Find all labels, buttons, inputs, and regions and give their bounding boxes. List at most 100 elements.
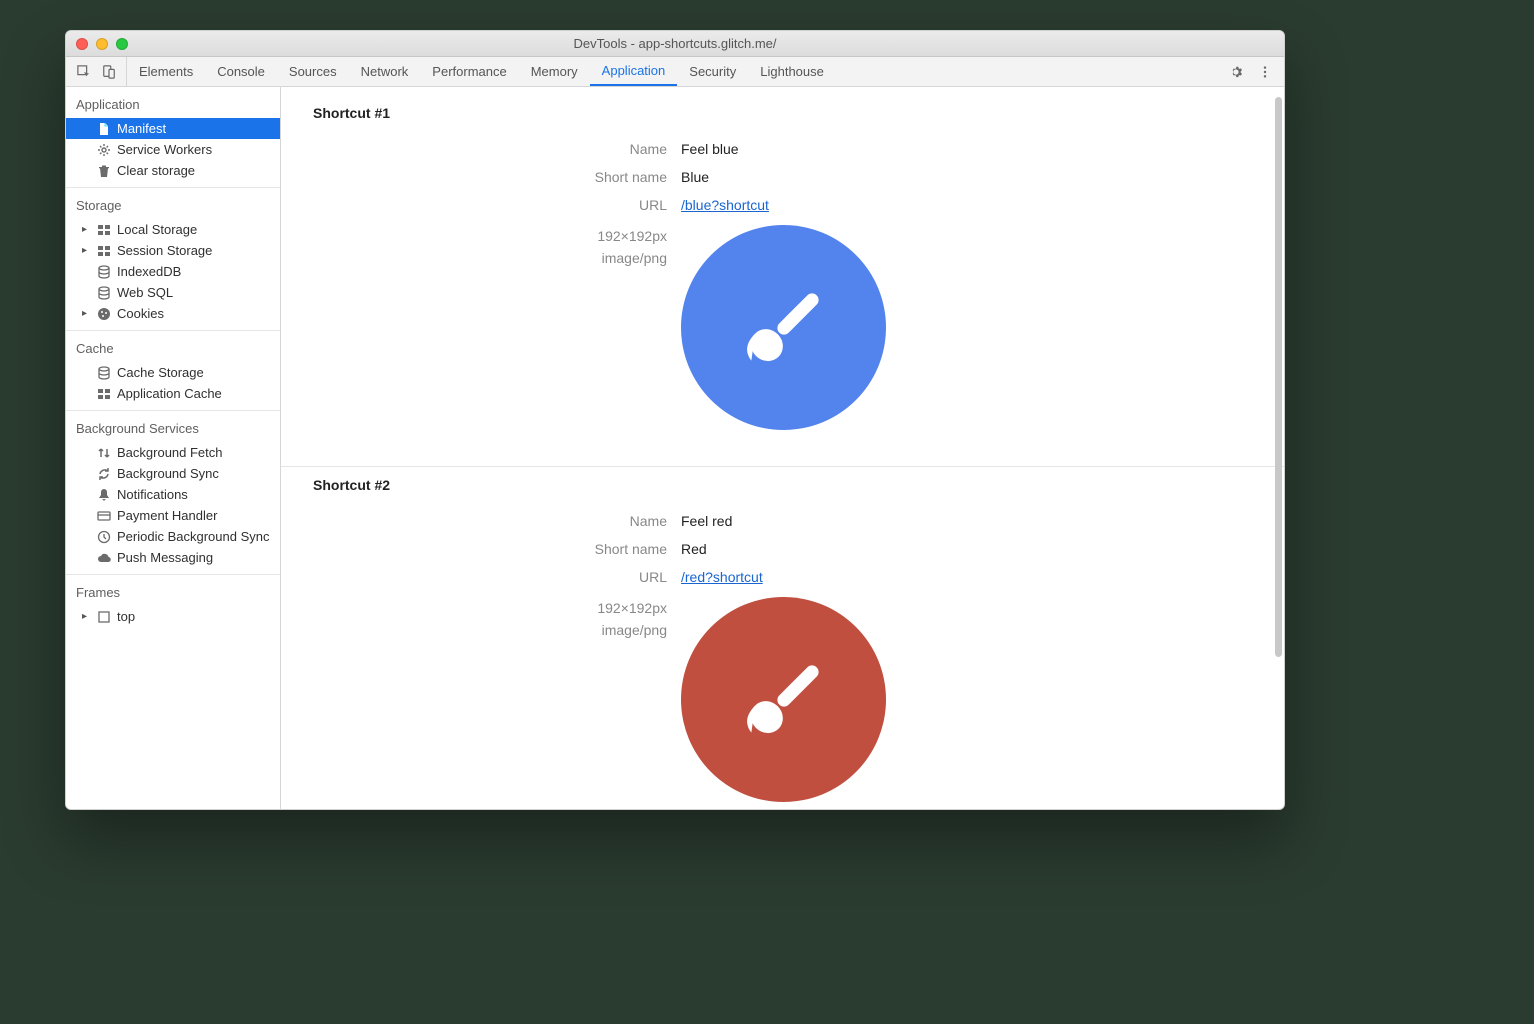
tab-security[interactable]: Security — [677, 57, 748, 86]
sidebar-item-application-cache[interactable]: Application Cache — [66, 383, 280, 404]
sidebar-item-background-sync[interactable]: Background Sync — [66, 463, 280, 484]
sidebar-item-label: Notifications — [117, 487, 188, 502]
sidebar-section-storage: Storage — [66, 188, 280, 219]
manifest-pane: Shortcut #1 Name Feel blue Short name Bl… — [281, 87, 1284, 809]
expander-icon[interactable]: ▸ — [82, 308, 90, 319]
field-label-url: URL — [281, 569, 681, 585]
sidebar-item-label: Application Cache — [117, 386, 222, 401]
shortcut-block: Shortcut #2 Name Feel red Short name Red… — [281, 467, 1284, 809]
sidebar-item-label: Local Storage — [117, 222, 197, 237]
sidebar-item-label: Background Sync — [117, 466, 219, 481]
shortcut-icon — [681, 597, 886, 802]
sidebar-item-label: top — [117, 609, 135, 624]
card-icon — [96, 508, 111, 523]
sidebar-section-application: Application — [66, 87, 280, 118]
grid-icon — [96, 243, 111, 258]
sync-icon — [96, 466, 111, 481]
close-window-button[interactable] — [76, 38, 88, 50]
expander-icon[interactable]: ▸ — [82, 224, 90, 235]
field-label-name: Name — [281, 513, 681, 529]
field-value-shortname: Blue — [681, 169, 709, 185]
sidebar-item-session-storage[interactable]: ▸ Session Storage — [66, 240, 280, 261]
sidebar-item-cookies[interactable]: ▸ Cookies — [66, 303, 280, 324]
window-title: DevTools - app-shortcuts.glitch.me/ — [573, 36, 776, 51]
kebab-icon[interactable] — [1257, 64, 1272, 79]
field-label-url: URL — [281, 197, 681, 213]
field-value-shortname: Red — [681, 541, 707, 557]
sidebar-item-background-fetch[interactable]: Background Fetch — [66, 442, 280, 463]
icon-meta: 192×192pximage/png — [281, 225, 681, 270]
sidebar-item-clear-storage[interactable]: Clear storage — [66, 160, 280, 181]
sidebar-item-label: Cookies — [117, 306, 164, 321]
sidebar-section-frames: Frames — [66, 575, 280, 606]
tab-lighthouse[interactable]: Lighthouse — [748, 57, 836, 86]
tab-elements[interactable]: Elements — [127, 57, 205, 86]
field-value-name: Feel blue — [681, 141, 739, 157]
tab-network[interactable]: Network — [349, 57, 421, 86]
devtools-toolbar: ElementsConsoleSourcesNetworkPerformance… — [66, 57, 1284, 87]
tab-application[interactable]: Application — [590, 57, 678, 86]
tab-performance[interactable]: Performance — [420, 57, 518, 86]
sidebar-item-label: IndexedDB — [117, 264, 181, 279]
icon-meta: 192×192pximage/png — [281, 597, 681, 642]
shortcut-heading: Shortcut #2 — [281, 477, 1284, 507]
sidebar-item-label: Clear storage — [117, 163, 195, 178]
shortcut-url-link[interactable]: /red?shortcut — [681, 569, 763, 585]
sidebar-section-background-services: Background Services — [66, 411, 280, 442]
sidebar-item-label: Cache Storage — [117, 365, 204, 380]
sidebar-item-payment-handler[interactable]: Payment Handler — [66, 505, 280, 526]
sidebar-item-label: Background Fetch — [117, 445, 223, 460]
db-icon — [96, 264, 111, 279]
tab-memory[interactable]: Memory — [519, 57, 590, 86]
grid-icon — [96, 386, 111, 401]
minimize-window-button[interactable] — [96, 38, 108, 50]
tab-console[interactable]: Console — [205, 57, 277, 86]
scrollbar-thumb[interactable] — [1275, 97, 1282, 657]
sidebar-section-cache: Cache — [66, 331, 280, 362]
sidebar-item-notifications[interactable]: Notifications — [66, 484, 280, 505]
sidebar-item-push-messaging[interactable]: Push Messaging — [66, 547, 280, 568]
expander-icon[interactable]: ▸ — [82, 611, 90, 622]
cookie-icon — [96, 306, 111, 321]
shortcut-icon — [681, 225, 886, 430]
field-label-shortname: Short name — [281, 169, 681, 185]
application-sidebar[interactable]: Application Manifest Service Workers Clear … — [66, 87, 281, 809]
sidebar-item-service-workers[interactable]: Service Workers — [66, 139, 280, 160]
sidebar-item-label: Push Messaging — [117, 550, 213, 565]
sidebar-item-local-storage[interactable]: ▸ Local Storage — [66, 219, 280, 240]
db-icon — [96, 365, 111, 380]
shortcut-url-link[interactable]: /blue?shortcut — [681, 197, 769, 213]
sidebar-item-periodic-background-sync[interactable]: Periodic Background Sync — [66, 526, 280, 547]
sidebar-item-label: Payment Handler — [117, 508, 217, 523]
sidebar-item-indexeddb[interactable]: IndexedDB — [66, 261, 280, 282]
trash-icon — [96, 163, 111, 178]
sidebar-item-label: Service Workers — [117, 142, 212, 157]
sidebar-item-label: Web SQL — [117, 285, 173, 300]
tab-sources[interactable]: Sources — [277, 57, 349, 86]
bell-icon — [96, 487, 111, 502]
file-icon — [96, 121, 111, 136]
sidebar-item-manifest[interactable]: Manifest — [66, 118, 280, 139]
inspect-icon[interactable] — [76, 64, 91, 79]
cloud-icon — [96, 550, 111, 565]
frame-icon — [96, 609, 111, 624]
clock-icon — [96, 529, 111, 544]
field-value-name: Feel red — [681, 513, 732, 529]
zoom-window-button[interactable] — [116, 38, 128, 50]
grid-icon — [96, 222, 111, 237]
sidebar-item-top[interactable]: ▸ top — [66, 606, 280, 627]
titlebar: DevTools - app-shortcuts.glitch.me/ — [66, 31, 1284, 57]
updown-icon — [96, 445, 111, 460]
sidebar-item-cache-storage[interactable]: Cache Storage — [66, 362, 280, 383]
shortcut-heading: Shortcut #1 — [281, 105, 1284, 135]
sidebar-item-label: Session Storage — [117, 243, 212, 258]
sidebar-item-label: Periodic Background Sync — [117, 529, 269, 544]
devtools-window: DevTools - app-shortcuts.glitch.me/ Elem… — [65, 30, 1285, 810]
sidebar-item-web-sql[interactable]: Web SQL — [66, 282, 280, 303]
expander-icon[interactable]: ▸ — [82, 245, 90, 256]
gear-icon[interactable] — [1228, 64, 1243, 79]
gear-icon — [96, 142, 111, 157]
device-icon[interactable] — [101, 64, 116, 79]
field-label-shortname: Short name — [281, 541, 681, 557]
sidebar-item-label: Manifest — [117, 121, 166, 136]
